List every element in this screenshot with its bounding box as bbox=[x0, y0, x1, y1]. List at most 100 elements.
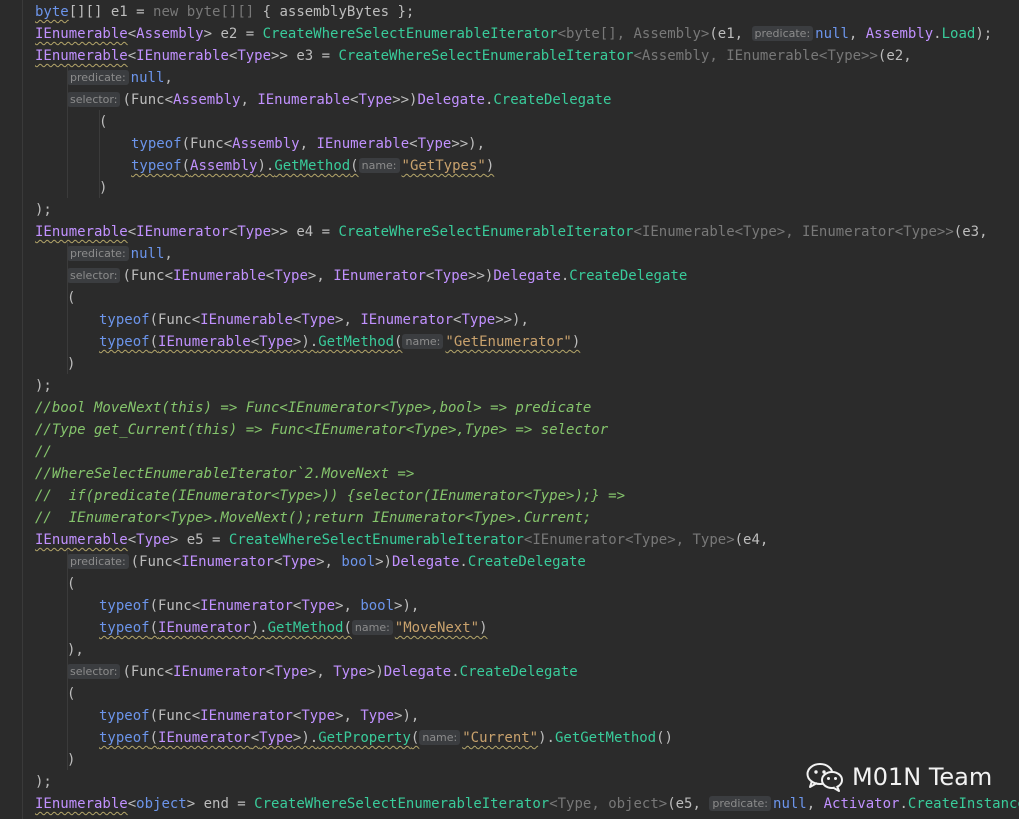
code-token: (Func< bbox=[122, 268, 174, 284]
code-line[interactable]: IEnumerable<IEnumerator<Type>> e4 = Crea… bbox=[35, 221, 988, 243]
code-token: ( bbox=[350, 158, 359, 174]
code-line[interactable]: selector: (Func<IEnumerable<Type>, IEnume… bbox=[67, 265, 687, 287]
code-token: Assembly bbox=[232, 136, 300, 152]
code-token: bool bbox=[341, 554, 376, 570]
code-line[interactable]: typeof(IEnumerator<Type>).GetProperty(na… bbox=[99, 727, 673, 749]
code-line[interactable]: ), bbox=[67, 639, 84, 661]
code-line[interactable]: ); bbox=[35, 199, 52, 221]
code-token: >). bbox=[292, 730, 319, 746]
code-line[interactable]: //bool MoveNext(this) => Func<IEnumerato… bbox=[35, 397, 591, 419]
code-line[interactable]: predicate: null, bbox=[67, 243, 173, 265]
code-line[interactable]: typeof(Func<IEnumerable<Type>, IEnumerat… bbox=[99, 309, 529, 331]
code-line[interactable]: ); bbox=[35, 375, 52, 397]
code-line[interactable]: selector: (Func<Assembly, IEnumerable<Typ… bbox=[67, 89, 611, 111]
code-token: IEnumerable bbox=[35, 532, 128, 548]
code-token: (e5, bbox=[667, 796, 710, 812]
code-line[interactable]: ); bbox=[35, 771, 52, 793]
code-token: (Func< bbox=[122, 664, 174, 680]
code-token: (e1, bbox=[709, 26, 752, 42]
code-line[interactable]: ( bbox=[67, 683, 75, 705]
code-token: <IEnumerable<Type>, IEnumerator<Type>> bbox=[633, 224, 954, 240]
code-line[interactable]: predicate: null, bbox=[67, 67, 173, 89]
code-comment: // bbox=[35, 444, 52, 460]
code-token: Type bbox=[434, 268, 469, 284]
parameter-hint: selector: bbox=[67, 268, 121, 283]
code-line[interactable]: byte[][] e1 = new byte[][] { assemblyByt… bbox=[35, 1, 414, 23]
code-token: CreateWhereSelectEnumerableIterator bbox=[338, 48, 634, 64]
code-token: object bbox=[136, 796, 187, 812]
code-line[interactable]: ) bbox=[67, 353, 75, 375]
code-line[interactable]: IEnumerable<Assembly> e2 = CreateWhereSe… bbox=[35, 23, 992, 45]
code-line[interactable]: predicate: (Func<IEnumerator<Type>, bool>… bbox=[67, 551, 586, 573]
code-line[interactable]: // bbox=[35, 441, 52, 463]
parameter-hint: predicate: bbox=[67, 246, 129, 261]
code-line[interactable]: typeof(Assembly).GetMethod(name: "GetType… bbox=[131, 155, 494, 177]
code-line[interactable]: typeof(IEnumerable<Type>).GetMethod(name… bbox=[99, 331, 580, 353]
code-token: Type bbox=[333, 664, 367, 680]
code-token: >>), bbox=[451, 136, 486, 152]
code-line[interactable]: typeof(Func<IEnumerator<Type>, Type>), bbox=[99, 705, 419, 727]
code-token: CreateWhereSelectEnumerableIterator bbox=[228, 532, 524, 548]
code-token: . bbox=[560, 268, 570, 284]
code-token: IEnumerable bbox=[136, 48, 229, 64]
code-token: Delegate bbox=[493, 268, 561, 284]
code-line[interactable]: //WhereSelectEnumerableIterator`2.MoveNe… bbox=[35, 463, 414, 485]
code-token: < bbox=[127, 48, 137, 64]
parameter-hint: name: bbox=[351, 620, 393, 635]
code-token: Type bbox=[274, 268, 308, 284]
code-token: >>) bbox=[468, 268, 494, 284]
code-token: Delegate bbox=[383, 664, 452, 680]
code-token: IEnumerable bbox=[35, 48, 128, 64]
code-token: Type bbox=[274, 664, 308, 680]
code-line[interactable]: // IEnumerator<Type>.MoveNext();return I… bbox=[35, 507, 591, 529]
code-token: (Func< bbox=[122, 92, 174, 108]
indent-guide bbox=[67, 66, 68, 198]
watermark: M01N Team bbox=[806, 760, 992, 794]
code-line[interactable]: // if(predicate(IEnumerator<Type>)) {sel… bbox=[35, 485, 625, 507]
code-line[interactable]: IEnumerable<IEnumerable<Type>> e3 = Crea… bbox=[35, 45, 912, 67]
code-token: IEnumerable bbox=[158, 334, 251, 350]
code-token: }; bbox=[389, 4, 415, 20]
code-token: ); bbox=[35, 774, 52, 790]
code-token: ); bbox=[975, 26, 993, 42]
code-token: typeof bbox=[99, 730, 150, 746]
code-line[interactable]: typeof(IEnumerator).GetMethod(name: "Move… bbox=[99, 617, 488, 639]
code-token: "MoveNext" bbox=[394, 620, 480, 636]
code-token: CreateWhereSelectEnumerableIterator bbox=[262, 26, 558, 42]
code-line[interactable]: ( bbox=[67, 287, 75, 309]
code-line[interactable]: selector: (Func<IEnumerator<Type>, Type>)… bbox=[67, 661, 578, 683]
code-line[interactable]: IEnumerable<object> end = CreateWhereSel… bbox=[35, 793, 1019, 815]
code-token: (e3, bbox=[953, 224, 988, 240]
code-line[interactable]: typeof(Func<IEnumerator<Type>, bool>), bbox=[99, 595, 419, 617]
code-token: Type bbox=[136, 532, 170, 548]
code-token: typeof bbox=[131, 136, 182, 152]
code-line[interactable]: typeof(Func<Assembly, IEnumerable<Type>>… bbox=[131, 133, 485, 155]
code-token: typeof bbox=[99, 708, 150, 724]
code-line[interactable]: ) bbox=[99, 177, 107, 199]
code-token: IEnumerable bbox=[173, 268, 266, 284]
code-comment: //bool MoveNext(this) => Func<IEnumerato… bbox=[35, 400, 592, 416]
code-token: (Func< bbox=[130, 554, 182, 570]
code-editor[interactable]: byte[][] e1 = new byte[][] { assemblyByt… bbox=[0, 0, 1019, 819]
code-token: , bbox=[240, 92, 258, 108]
parameter-hint: name: bbox=[358, 158, 400, 173]
code-line[interactable]: //Type get_Current(this) => Func<IEnumer… bbox=[35, 419, 608, 441]
code-token: >) bbox=[375, 554, 392, 570]
code-line[interactable]: IEnumerable<Type> e5 = CreateWhereSelect… bbox=[35, 529, 768, 551]
parameter-hint: predicate: bbox=[709, 796, 772, 811]
code-token: GetMethod bbox=[274, 158, 351, 174]
code-line[interactable]: ) bbox=[67, 749, 75, 771]
indent-guide bbox=[67, 242, 68, 374]
code-token: >, bbox=[335, 312, 361, 328]
code-token: Assembly bbox=[190, 158, 258, 174]
code-token: Load bbox=[941, 26, 976, 42]
parameter-hint: predicate: bbox=[751, 26, 814, 41]
code-token: (e2, bbox=[877, 48, 912, 64]
code-line[interactable]: ( bbox=[99, 111, 107, 133]
parameter-hint: name: bbox=[419, 730, 461, 745]
code-line[interactable]: ( bbox=[67, 573, 75, 595]
code-token: ) bbox=[99, 180, 108, 196]
code-token: <Assembly, IEnumerable<Type>> bbox=[633, 48, 878, 64]
code-token: IEnumerable bbox=[35, 26, 128, 42]
code-token: ) bbox=[479, 620, 488, 636]
